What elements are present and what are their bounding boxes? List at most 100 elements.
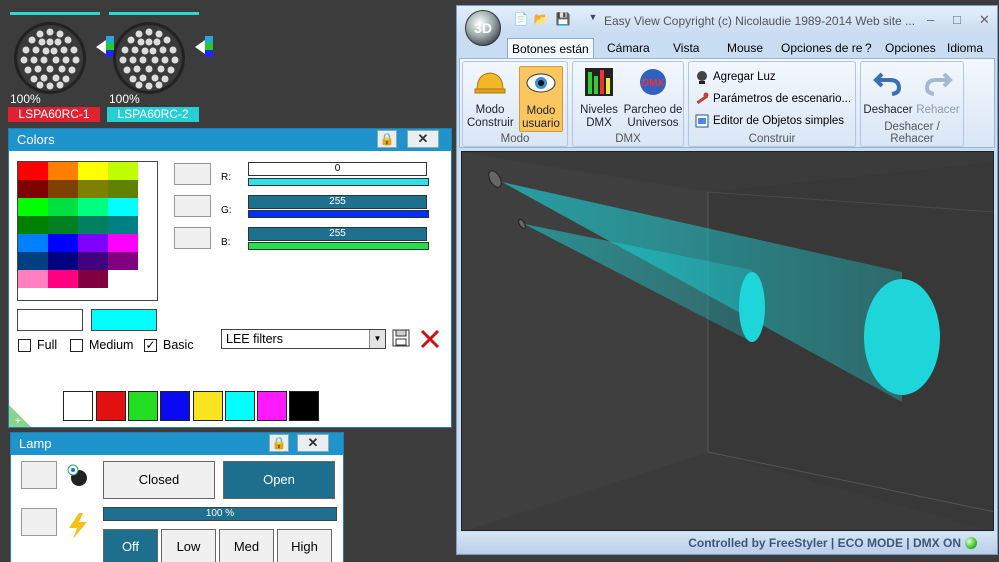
palette-cell[interactable]: [78, 198, 108, 216]
close-icon[interactable]: ✕: [979, 12, 990, 28]
palette-cell[interactable]: [78, 216, 108, 234]
palette-cell[interactable]: [48, 198, 78, 216]
fixture-2[interactable]: 100% LSPA60RC-2: [107, 12, 213, 124]
modo-construir-button[interactable]: Modo Construir: [467, 66, 514, 130]
palette-cell[interactable]: [108, 252, 138, 270]
swatch-red[interactable]: [96, 391, 126, 421]
color-palette[interactable]: [17, 161, 158, 301]
green-slider[interactable]: [248, 210, 429, 218]
red-slider[interactable]: [248, 178, 429, 186]
tab-opciones[interactable]: Opciones: [881, 38, 940, 58]
palette-cell[interactable]: [108, 234, 138, 252]
lock-icon[interactable]: 🔒: [269, 434, 289, 452]
palette-cell[interactable]: [48, 180, 78, 198]
palette-cell[interactable]: [108, 162, 138, 180]
palette-cell[interactable]: [18, 216, 48, 234]
deshacer-button[interactable]: Deshacer: [863, 66, 913, 117]
modo-usuario-button[interactable]: Modo usuario: [519, 66, 563, 132]
save-icon[interactable]: [392, 329, 410, 347]
tab-mouse[interactable]: Mouse: [723, 38, 767, 58]
closed-button[interactable]: Closed: [103, 461, 215, 499]
swatch-black[interactable]: [289, 391, 319, 421]
swatch-magenta[interactable]: [257, 391, 287, 421]
niveles-dmx-button[interactable]: Niveles DMX: [577, 66, 621, 130]
level-off-button[interactable]: Off: [103, 529, 158, 562]
close-button[interactable]: ✕: [407, 130, 439, 148]
basic-checkbox[interactable]: ✓ Basic: [144, 338, 194, 352]
fixture-1[interactable]: 100% LSPA60RC-1: [8, 12, 114, 124]
maximize-icon[interactable]: □: [953, 12, 961, 27]
palette-cell[interactable]: [78, 234, 108, 252]
palette-cell[interactable]: [108, 180, 138, 198]
open-folder-icon[interactable]: 📂: [533, 12, 549, 28]
save-icon[interactable]: 💾: [555, 12, 571, 28]
palette-cell[interactable]: [18, 252, 48, 270]
palette-cell[interactable]: [78, 270, 108, 288]
swatch-yellow[interactable]: [193, 391, 223, 421]
medium-checkbox[interactable]: Medium: [70, 338, 133, 352]
green-value[interactable]: 255: [248, 195, 427, 209]
tab-help[interactable]: ?: [861, 38, 876, 58]
delete-icon[interactable]: [420, 329, 440, 349]
parametros-button[interactable]: Parámetros de escenario...: [695, 92, 851, 106]
customize-toolbar-icon[interactable]: ▼: [585, 12, 601, 28]
new-file-icon[interactable]: 📄: [513, 12, 529, 28]
swatch-white[interactable]: [63, 391, 93, 421]
agregar-luz-button[interactable]: Agregar Luz: [695, 70, 776, 84]
palette-cell[interactable]: [18, 162, 48, 180]
blue-preset-button[interactable]: [174, 227, 211, 249]
palette-cell[interactable]: [18, 270, 48, 288]
editor-objetos-button[interactable]: Editor de Objetos simples: [695, 114, 844, 128]
palette-cell[interactable]: [48, 270, 78, 288]
palette-cell[interactable]: [48, 234, 78, 252]
checkbox-box-checked[interactable]: ✓: [144, 338, 157, 352]
blue-value[interactable]: 255: [248, 227, 427, 241]
tab-vista[interactable]: Vista: [669, 38, 703, 58]
level-low-button[interactable]: Low: [161, 529, 216, 562]
current-color-swatch[interactable]: [17, 309, 83, 331]
tab-idioma[interactable]: Idioma: [943, 38, 987, 58]
palette-cell[interactable]: [48, 216, 78, 234]
3d-viewport[interactable]: [461, 151, 994, 531]
palette-cell[interactable]: [18, 234, 48, 252]
rehacer-button[interactable]: Rehacer: [913, 66, 963, 117]
swatch-cyan[interactable]: [225, 391, 255, 421]
chevron-down-icon[interactable]: ▼: [369, 330, 385, 348]
swatch-blue[interactable]: [160, 391, 190, 421]
swatch-green[interactable]: [128, 391, 158, 421]
tab-botones[interactable]: Botones están: [507, 38, 594, 58]
full-checkbox[interactable]: Full: [18, 338, 57, 352]
palette-cell[interactable]: [108, 270, 138, 288]
open-button[interactable]: Open: [223, 461, 335, 499]
close-button[interactable]: ✕: [297, 434, 329, 452]
palette-cell[interactable]: [18, 180, 48, 198]
checkbox-box[interactable]: [70, 338, 83, 352]
minimize-icon[interactable]: –: [927, 12, 934, 27]
checkbox-box[interactable]: [18, 338, 31, 352]
tab-camara[interactable]: Cámara: [603, 38, 654, 58]
green-preset-button[interactable]: [174, 195, 211, 217]
tab-opciones-de-re[interactable]: Opciones de re: [777, 38, 866, 58]
parcheo-button[interactable]: DMX Parcheo de Universos: [623, 66, 683, 130]
filter-select[interactable]: LEE filters ▼: [221, 329, 386, 349]
palette-cell[interactable]: [108, 216, 138, 234]
palette-cell[interactable]: [78, 252, 108, 270]
palette-cell[interactable]: [18, 198, 48, 216]
direction-arrow-icon: [195, 36, 213, 57]
dimmer-preset-button[interactable]: [21, 508, 57, 536]
dimmer-level-bar[interactable]: 100 %: [103, 507, 337, 521]
red-value[interactable]: 0: [248, 162, 427, 176]
resize-grip-icon[interactable]: +: [9, 405, 31, 427]
lock-icon[interactable]: 🔒: [377, 130, 397, 148]
palette-cell[interactable]: [108, 198, 138, 216]
level-high-button[interactable]: High: [277, 529, 332, 562]
palette-cell[interactable]: [78, 162, 108, 180]
level-med-button[interactable]: Med: [219, 529, 274, 562]
palette-cell[interactable]: [48, 252, 78, 270]
palette-cell[interactable]: [78, 180, 108, 198]
blue-slider[interactable]: [248, 242, 429, 250]
target-color-swatch[interactable]: [91, 309, 157, 331]
palette-cell[interactable]: [48, 162, 78, 180]
shutter-preset-button[interactable]: [21, 461, 57, 489]
red-preset-button[interactable]: [174, 163, 211, 185]
